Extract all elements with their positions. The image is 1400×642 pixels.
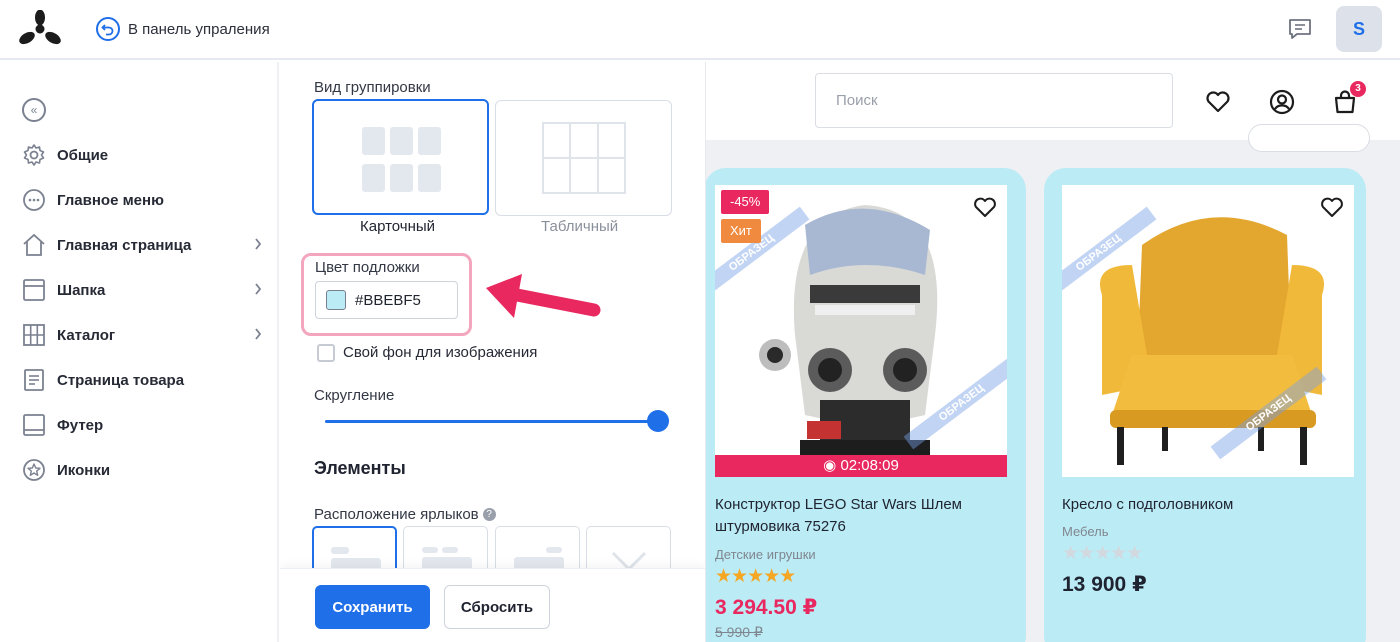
bg-color-value: #BBEBF5 (355, 291, 421, 309)
rounding-label: Скругление (314, 387, 395, 404)
product-category: Детские игрушки (715, 547, 816, 562)
collapse-sidebar-icon[interactable]: « (22, 98, 46, 122)
sidebar-item-general[interactable]: Общие (22, 141, 272, 169)
document-icon (22, 368, 46, 392)
chat-icon[interactable] (1287, 17, 1313, 41)
rounding-slider-thumb[interactable] (647, 410, 669, 432)
product-price: 13 900 ₽ (1062, 573, 1147, 596)
sidebar-item-product-page[interactable]: Страница товара (22, 366, 272, 394)
custom-bg-checkbox[interactable] (317, 344, 335, 362)
product-old-price: 5 990 ₽ (715, 624, 763, 640)
star-circle-icon (22, 458, 46, 482)
timer-value: 02:08:09 (840, 457, 899, 474)
dots-circle-icon (22, 188, 46, 212)
sidebar-item-label: Страница товара (57, 371, 185, 389)
chevron-right-icon (255, 283, 262, 295)
discount-badge: -45% (721, 190, 770, 214)
sidebar: « Общие Главное меню Главная страница Ша… (0, 62, 279, 642)
sale-timer: ◉ 02:08:09 (715, 455, 1007, 477)
product-card[interactable]: ОБРАЗЕЦ ОБРАЗЕЦ Кресло с подголовником М… (1044, 168, 1366, 642)
sidebar-item-label: Общие (57, 146, 109, 164)
chevron-right-icon (255, 238, 262, 250)
sidebar-item-icons[interactable]: Иконки (22, 456, 272, 484)
account-icon[interactable] (1269, 89, 1295, 115)
elements-title: Элементы (314, 458, 406, 478)
reset-button[interactable]: Сбросить (444, 585, 550, 629)
logo-icon[interactable] (18, 10, 62, 48)
hit-badge: Хит (721, 219, 761, 243)
top-bar: В панель упраления S (0, 0, 1400, 60)
sidebar-item-label: Главная страница (57, 236, 192, 254)
action-bar: Сохранить Сбросить (280, 568, 705, 642)
custom-bg-label: Свой фон для изображения (343, 344, 538, 361)
footer-layout-icon (22, 413, 46, 437)
sidebar-item-label: Каталог (57, 326, 116, 344)
gear-icon (22, 143, 46, 167)
product-title[interactable]: Кресло с подголовником (1062, 494, 1354, 516)
color-swatch[interactable] (326, 290, 346, 310)
annotation-arrow (486, 274, 601, 318)
labels-position-text: Расположение ярлыков (314, 506, 479, 523)
chevron-right-icon (255, 328, 262, 340)
sidebar-item-catalog[interactable]: Каталог (22, 321, 272, 349)
preview-search-input[interactable]: Поиск (815, 73, 1173, 128)
sidebar-item-label: Шапка (57, 281, 106, 299)
grouping-option-table[interactable] (495, 100, 672, 216)
sidebar-item-label: Футер (57, 416, 104, 434)
favorite-heart-icon[interactable] (1320, 196, 1344, 218)
home-icon (22, 233, 46, 257)
grid-icon (22, 323, 46, 347)
cart-count-badge: 3 (1350, 81, 1366, 97)
header-layout-icon (22, 278, 46, 302)
product-price: 3 294.50 ₽ (715, 596, 818, 619)
save-button[interactable]: Сохранить (315, 585, 430, 629)
sidebar-item-label: Главное меню (57, 191, 164, 209)
grouping-label: Вид группировки (314, 79, 431, 96)
grouping-option-cards-label: Карточный (360, 218, 436, 235)
rating-stars: ★★★★★ (715, 566, 796, 587)
sidebar-item-header[interactable]: Шапка (22, 276, 272, 304)
grouping-option-table-label: Табличный (541, 218, 619, 235)
product-card[interactable]: ОБРАЗЕЦ ОБРАЗЕЦ -45% Хит ◉ 02:08:09 Конс… (706, 168, 1026, 642)
back-label: В панель упраления (128, 20, 270, 38)
storefront-preview: Поиск 3 ОБРАЗЕЦ ОБРАЗЕЦ -45% Хит ◉ 02:08… (706, 62, 1400, 642)
rounding-slider-track[interactable] (325, 420, 657, 423)
bg-color-input[interactable]: #BBEBF5 (315, 281, 458, 319)
product-image[interactable]: ОБРАЗЕЦ ОБРАЗЕЦ (1062, 185, 1354, 477)
settings-panel: Вид группировки Карточный Табличный Цвет… (280, 62, 706, 642)
labels-position-label: Расположение ярлыков? (314, 506, 496, 523)
product-category: Мебель (1062, 524, 1109, 539)
product-image[interactable]: ОБРАЗЕЦ ОБРАЗЕЦ -45% Хит ◉ 02:08:09 (715, 185, 1007, 477)
user-avatar[interactable]: S (1336, 6, 1382, 52)
sort-dropdown[interactable] (1248, 124, 1370, 152)
fire-icon: ◉ (823, 457, 837, 474)
favorite-heart-icon[interactable] (973, 196, 997, 218)
sidebar-item-footer[interactable]: Футер (22, 411, 272, 439)
favorites-icon[interactable] (1205, 89, 1231, 115)
sidebar-item-home-page[interactable]: Главная страница (22, 231, 272, 259)
bg-color-label: Цвет подложки (315, 259, 420, 276)
sidebar-item-main-menu[interactable]: Главное меню (22, 186, 272, 214)
help-icon[interactable]: ? (482, 508, 496, 521)
armchair-image (1062, 185, 1354, 477)
grouping-option-cards[interactable] (312, 99, 489, 215)
sidebar-item-label: Иконки (57, 461, 111, 479)
table-grid-icon (542, 122, 626, 194)
back-to-dashboard-link[interactable]: В панель упраления (96, 17, 270, 41)
product-title[interactable]: Конструктор LEGO Star Wars Шлем штурмови… (715, 494, 1007, 538)
back-arrow-icon (96, 17, 120, 41)
rating-stars: ★★★★★ (1062, 543, 1143, 564)
